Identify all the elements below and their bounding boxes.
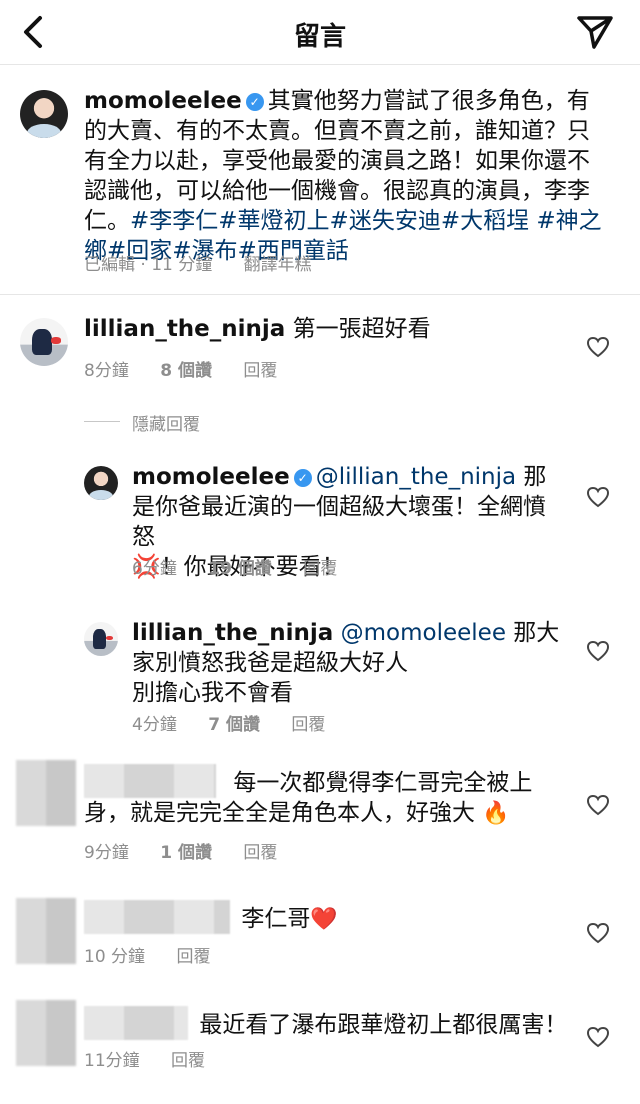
avatar[interactable] <box>84 622 118 656</box>
reply-username[interactable]: momoleelee <box>132 464 290 490</box>
caption-text: momoleelee ✓ 其實他努力嘗試了很多角色，有的大賣、有的不太賣。但賣不賣之… <box>84 86 604 266</box>
reply-button[interactable]: 回覆 <box>171 1051 205 1071</box>
comment-time: 11分鐘 <box>84 1051 140 1071</box>
blurred-username[interactable] <box>84 900 230 934</box>
comment-text: 每一次都覺得李仁哥完全被上身，就是完完全全是角色本人，好強大 🔥 <box>84 764 574 829</box>
reply-button[interactable]: 回覆 <box>243 361 277 381</box>
comment-time: 8分鐘 <box>84 361 129 381</box>
caption-username[interactable]: momoleelee <box>84 88 242 114</box>
page-title: 留言 <box>293 22 346 52</box>
comment-text: 李仁哥❤️ <box>84 900 574 935</box>
reply-mention[interactable]: @lillian_the_ninja <box>316 464 516 490</box>
reply-button[interactable]: 回覆 <box>176 947 210 967</box>
reply-likes[interactable]: 7 個讚 <box>208 715 260 735</box>
avatar[interactable] <box>16 760 76 826</box>
avatar[interactable] <box>20 90 68 138</box>
reply-mention[interactable]: @momoleelee <box>341 620 506 646</box>
like-heart-icon[interactable] <box>586 336 610 358</box>
comment-time: 10 分鐘 <box>84 947 146 967</box>
like-heart-icon[interactable] <box>586 794 610 816</box>
blurred-username[interactable] <box>84 764 216 798</box>
direct-send-icon[interactable] <box>576 14 614 50</box>
verified-badge-icon: ✓ <box>293 469 312 487</box>
like-heart-icon[interactable] <box>586 1026 610 1048</box>
fire-emoji: 🔥 <box>482 801 510 826</box>
hide-replies-button[interactable]: 隱藏回覆 <box>132 410 200 435</box>
comment-time: 9分鐘 <box>84 843 129 863</box>
reply-username[interactable]: lillian_the_ninja <box>132 620 333 646</box>
caption-section: momoleelee ✓ 其實他努力嘗試了很多角色，有的大賣、有的不太賣。但賣不賣之… <box>0 64 640 295</box>
comment-meta: 10 分鐘 回覆 <box>84 942 236 967</box>
blurred-username[interactable] <box>84 1006 188 1040</box>
reply-meta: 6分鐘 19 個讚 回覆 <box>132 554 363 579</box>
avatar[interactable] <box>16 898 76 964</box>
avatar[interactable] <box>16 1000 76 1066</box>
top-bar: 留言 <box>0 0 640 65</box>
reply-time: 4分鐘 <box>132 715 177 735</box>
reply-button[interactable]: 回覆 <box>243 843 277 863</box>
caption-meta: 已編輯 · 11 分鐘 翻譯年糕 <box>84 250 338 275</box>
comment-body: 最近看了瀑布跟華燈初上都很厲害！ <box>199 1012 568 1038</box>
divider <box>84 421 120 422</box>
reply-text: lillian_the_ninja @momoleelee 那大家別憤怒我爸是超… <box>132 618 562 708</box>
reply-button[interactable]: 回覆 <box>303 559 337 579</box>
comment-body: 第一張超好看 <box>292 316 431 342</box>
comment-meta: 8分鐘 8 個讚 回覆 <box>84 356 303 381</box>
red-heart-emoji: ❤️ <box>310 907 338 932</box>
avatar[interactable] <box>84 466 118 500</box>
comment-meta: 9分鐘 1 個讚 回覆 <box>84 838 303 863</box>
reply-button[interactable]: 回覆 <box>291 715 325 735</box>
translate-button[interactable]: 翻譯年糕 <box>244 255 312 275</box>
reply-meta: 4分鐘 7 個讚 回覆 <box>132 710 351 735</box>
like-heart-icon[interactable] <box>586 640 610 662</box>
comment-likes[interactable]: 1 個讚 <box>160 843 212 863</box>
like-heart-icon[interactable] <box>586 922 610 944</box>
comment-likes[interactable]: 8 個讚 <box>160 361 212 381</box>
comment-meta: 11分鐘 回覆 <box>84 1046 231 1071</box>
comment-body: 李仁哥 <box>241 906 311 932</box>
comment-username[interactable]: lillian_the_ninja <box>84 316 285 342</box>
caption-edited: 已編輯 · 11 分鐘 <box>84 255 213 275</box>
reply-body-end: 別擔心我不會看 <box>132 680 293 706</box>
like-heart-icon[interactable] <box>586 486 610 508</box>
comment-text: lillian_the_ninja 第一張超好看 <box>84 314 584 344</box>
reply-likes[interactable]: 19 個讚 <box>208 559 272 579</box>
comment-text: 最近看了瀑布跟華燈初上都很厲害！ <box>84 1006 574 1040</box>
avatar[interactable] <box>20 318 68 366</box>
reply-time: 6分鐘 <box>132 559 177 579</box>
verified-badge-icon: ✓ <box>245 93 264 111</box>
